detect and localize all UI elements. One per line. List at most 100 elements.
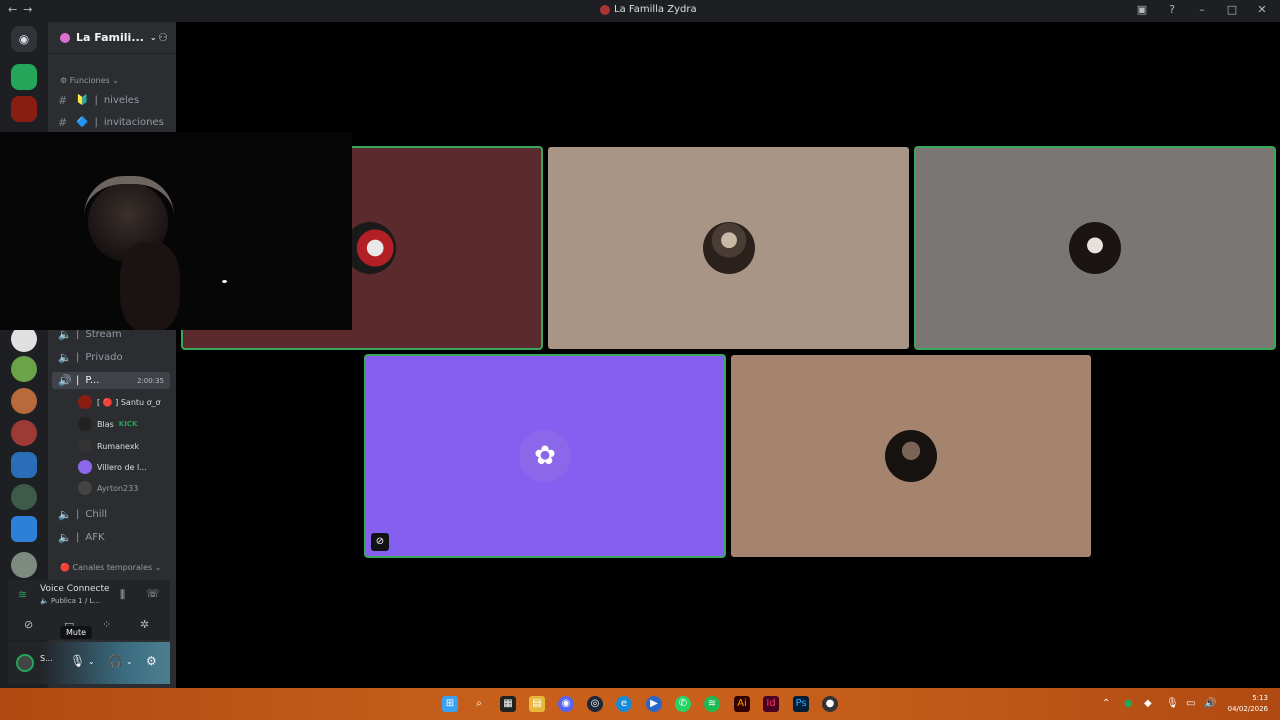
avatar [78,460,92,474]
add-user-icon[interactable]: ⚇ [158,31,168,44]
tray-display-icon[interactable]: ▭ [1186,698,1195,709]
settings-gear-icon[interactable]: ⚙ [146,654,157,668]
file-explorer-icon[interactable]: ▤ [529,696,545,712]
chevron-down-icon[interactable]: ⌄ [88,657,95,666]
voice-status[interactable]: Voice Connecte [40,584,110,594]
headphones-icon[interactable]: 🎧 [108,654,123,668]
camera-preview[interactable] [0,132,352,330]
nav-arrows[interactable]: ←→ [8,3,38,16]
taskbar: ⊞ ⌕ ▦ ▤ ◉ ◎ e ▶ ✆ ≋ Ai Id Ps ● ⌃ ● ◆ 🎙 ▭… [0,688,1280,720]
soundboard-icon[interactable]: ✲ [140,618,149,631]
illustrator-icon[interactable]: Ai [734,696,750,712]
photoshop-icon[interactable]: Ps [793,696,809,712]
microphone-icon[interactable]: 🎙 [70,654,85,668]
voice-channel-link[interactable]: 🔈 Publica 1 / L... [40,597,100,605]
participant-tile[interactable] [548,147,909,349]
tray-volume-icon[interactable]: 🔊 [1204,698,1216,709]
indesign-icon[interactable]: Id [763,696,779,712]
edge-icon[interactable]: e [616,696,632,712]
voice-channel-privado[interactable]: 🔈 | Privado [58,351,123,364]
tray-chevron-icon[interactable]: ⌃ [1102,698,1110,709]
guild-icon [60,32,70,43]
participant-avatar [1069,222,1121,274]
system-clock[interactable]: 5:13 04/02/2026 [1228,693,1268,715]
participant-avatar [885,430,937,482]
participant-tile[interactable]: ✿ ⊘ [364,354,726,558]
disconnect-icon[interactable]: ☏ [146,587,160,600]
participant-avatar [702,222,755,274]
obs-icon[interactable]: ● [822,696,838,712]
participant-tile[interactable] [914,146,1276,350]
windows-start-icon[interactable]: ⊞ [442,696,458,712]
voice-channel-afk[interactable]: 🔈 | AFK [58,531,105,544]
minimize-button[interactable]: – [1194,3,1210,16]
avatar[interactable] [16,654,34,672]
tray-app-icon[interactable]: ● [1124,698,1133,709]
server-icon[interactable] [11,452,37,478]
tray-mic-icon[interactable]: 🎙 [1166,698,1179,709]
username: S... [40,654,53,663]
mute-tooltip: Mute [60,626,93,639]
guild-icon [600,4,610,15]
maximize-button[interactable]: □ [1224,3,1240,16]
participant-tile[interactable] [731,355,1091,557]
hash-icon: # [58,116,68,129]
voice-user[interactable]: Rumanexk [78,439,139,453]
voice-channel-chill[interactable]: 🔈 | Chill [58,508,107,521]
speaker-icon: 🔈 [58,508,72,521]
whatsapp-icon[interactable]: ✆ [675,696,691,712]
server-icon[interactable] [11,552,37,578]
channel-niveles[interactable]: # 🔰 | niveles [58,94,139,107]
music-bot-icon: ✿ [519,430,571,482]
server-icon[interactable] [11,96,37,122]
help-icon[interactable]: ? [1164,3,1180,16]
speaker-icon: 🔊 [58,374,72,387]
user-panel: S... 🎙 ⌄ 🎧 ⌄ ⚙ [8,642,170,684]
speaker-icon: 🔈 [58,531,72,544]
signal-icon[interactable]: ≋ [18,588,27,601]
activities-icon[interactable]: ⁘ [102,618,111,631]
voice-user[interactable]: Blas KICK [78,417,137,431]
preview-light [222,280,227,283]
category-temporales[interactable]: 🔴 Canales temporales ⌄ [60,563,161,572]
voice-user[interactable]: Ayrton233 [78,481,138,495]
tray-shield-icon[interactable]: ◆ [1144,698,1152,709]
camera-off-icon[interactable]: ⊘ [24,618,33,631]
noise-suppression-icon[interactable]: ⫼ [120,588,125,602]
task-view-icon[interactable]: ▦ [500,696,516,712]
server-icon[interactable] [11,420,37,446]
spotify-icon[interactable]: ≋ [704,696,720,712]
preview-hand [120,242,180,330]
video-off-icon: ⊘ [371,533,389,551]
hash-icon: # [58,94,68,107]
search-icon[interactable]: ⌕ [471,696,487,712]
avatar [78,395,92,409]
avatar [78,481,92,495]
server-icon[interactable] [11,64,37,90]
discord-icon[interactable]: ◉ [558,696,574,712]
server-icon[interactable] [11,484,37,510]
chevron-down-icon[interactable]: ⌄ [126,657,133,666]
window-controls: ▣ ? – □ ✕ [1134,3,1270,16]
server-icon[interactable] [11,356,37,382]
speaker-icon: 🔈 [58,351,72,364]
steam-icon[interactable]: ◎ [587,696,603,712]
close-button[interactable]: ✕ [1254,3,1270,16]
chevron-down-icon: ⌄ [149,33,157,42]
inbox-icon[interactable]: ▣ [1134,3,1150,16]
discord-home-icon[interactable]: ◉ [11,26,37,52]
preview-headphones [84,176,174,216]
voice-user[interactable]: [ 🔴 ] Santu ơ_ơ [78,395,160,409]
server-icon[interactable] [11,516,37,542]
guild-header[interactable]: La Famili... ⌄ ⚇ [48,22,176,54]
avatar [78,417,92,431]
channel-invitaciones[interactable]: # 🔷 | invitaciones [58,116,164,129]
category-funciones[interactable]: ⚙ Funciones ⌄ [60,76,119,85]
server-icon[interactable] [11,388,37,414]
title-bar: ←→ La Familla Zydra ▣ ? – □ ✕ [0,0,1280,22]
avatar [78,439,92,453]
window-title: La Familla Zydra [600,4,697,15]
app-icon[interactable]: ▶ [646,696,662,712]
voice-user[interactable]: Villero de l... [78,460,147,474]
voice-channel-active[interactable]: 🔊 | P... 2:00:35 [52,372,170,389]
